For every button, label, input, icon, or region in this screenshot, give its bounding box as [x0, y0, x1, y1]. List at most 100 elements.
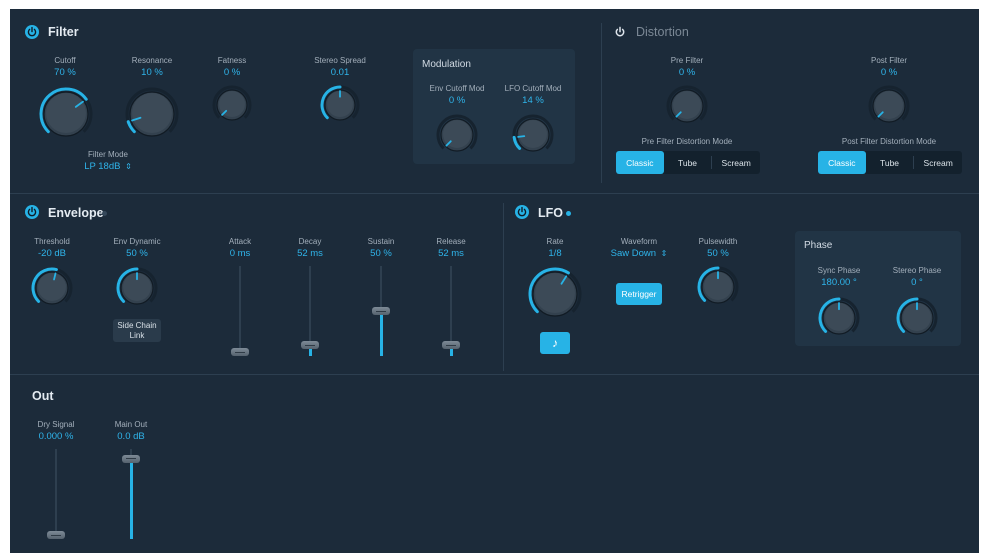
- slider-thumb[interactable]: [442, 341, 460, 350]
- lfo-cutoff-mod-value: 14 %: [522, 95, 544, 106]
- dry-signal-label: Dry Signal: [37, 420, 75, 429]
- slider-thumb[interactable]: [301, 341, 319, 350]
- resonance-value: 10 %: [141, 67, 163, 78]
- main-out-slider[interactable]: [122, 449, 140, 539]
- pre-filter-label: Pre Filter: [670, 56, 704, 65]
- post-mode-scream[interactable]: Scream: [914, 151, 962, 174]
- attack-slider[interactable]: [231, 266, 249, 356]
- chevron-updown-icon: ⇕: [125, 162, 132, 171]
- lfo-activity-dot: [566, 211, 571, 216]
- sync-phase-knob[interactable]: [818, 297, 860, 339]
- stereo-phase-label: Stereo Phase: [892, 266, 942, 275]
- dry-signal-slider[interactable]: [47, 449, 65, 539]
- side-chain-link-button[interactable]: Side Chain Link: [113, 319, 161, 342]
- sustain-value: 50 %: [370, 248, 392, 259]
- link-text: Link: [129, 331, 145, 340]
- rate-knob[interactable]: [527, 266, 583, 322]
- retrigger-button[interactable]: Retrigger: [616, 283, 662, 305]
- slider-thumb[interactable]: [372, 307, 390, 315]
- phase-title: Phase: [804, 240, 833, 251]
- filter-title: Filter: [48, 25, 79, 39]
- sync-phase-value: 180.00 °: [821, 277, 857, 288]
- decay-label: Decay: [298, 237, 322, 246]
- fatness-knob[interactable]: [212, 85, 252, 125]
- pre-filter-mode-selector[interactable]: Classic Tube Scream: [616, 151, 760, 174]
- threshold-label: Threshold: [34, 237, 70, 246]
- slider-thumb[interactable]: [122, 454, 140, 463]
- waveform-select[interactable]: Saw Down ⇕: [611, 248, 668, 259]
- slider-track: [239, 266, 241, 356]
- fatness-value: 0 %: [223, 67, 241, 78]
- power-icon: [517, 206, 527, 217]
- distortion-title: Distortion: [636, 25, 689, 39]
- main-out-value: 0.0 dB: [117, 431, 145, 442]
- section-divider: [10, 374, 979, 375]
- sustain-label: Sustain: [367, 237, 395, 246]
- cutoff-knob[interactable]: [38, 86, 94, 142]
- decay-slider[interactable]: [301, 266, 319, 356]
- resonance-knob[interactable]: [124, 86, 180, 142]
- threshold-knob[interactable]: [31, 267, 73, 309]
- filter-power-button[interactable]: [25, 25, 39, 39]
- pre-mode-tube[interactable]: Tube: [664, 151, 712, 174]
- lfo-power-button[interactable]: [515, 205, 529, 219]
- pulsewidth-value: 50 %: [707, 248, 729, 259]
- plugin-window: Filter Cutoff 70 % Resonance 10 % Fatnes…: [10, 9, 979, 553]
- release-label: Release: [436, 237, 466, 246]
- post-filter-mode-selector[interactable]: Classic Tube Scream: [818, 151, 962, 174]
- side-chain-text: Side Chain: [117, 321, 157, 330]
- post-mode-tube[interactable]: Tube: [866, 151, 914, 174]
- pre-mode-scream[interactable]: Scream: [712, 151, 760, 174]
- distortion-power-icon[interactable]: [613, 25, 627, 39]
- post-filter-value: 0 %: [880, 67, 898, 78]
- slider-track: [55, 449, 57, 539]
- pre-filter-value: 0 %: [678, 67, 696, 78]
- envelope-indicator-dot: [102, 211, 107, 216]
- slider-fill: [129, 458, 133, 539]
- envelope-title: Envelope: [48, 206, 104, 220]
- modulation-title: Modulation: [422, 59, 471, 70]
- waveform-label: Waveform: [620, 237, 658, 246]
- dry-signal-value: 0.000 %: [38, 431, 74, 442]
- lfo-cutoff-mod-label: LFO Cutoff Mod: [504, 84, 562, 93]
- cutoff-label: Cutoff: [54, 56, 76, 65]
- filter-mode-value: LP 18dB: [84, 161, 121, 172]
- envelope-power-button[interactable]: [25, 205, 39, 219]
- env-dynamic-value: 50 %: [126, 248, 148, 259]
- stereo-spread-label: Stereo Spread: [314, 56, 366, 65]
- stereo-spread-knob[interactable]: [320, 85, 360, 125]
- lfo-title: LFO: [538, 206, 563, 220]
- rate-value: 1/8: [548, 248, 562, 259]
- env-cutoff-mod-knob[interactable]: [436, 114, 478, 156]
- attack-value: 0 ms: [229, 248, 251, 259]
- stereo-phase-knob[interactable]: [896, 297, 938, 339]
- pulsewidth-knob[interactable]: [697, 266, 739, 308]
- env-dynamic-knob[interactable]: [116, 267, 158, 309]
- note-icon: ♪: [552, 336, 558, 350]
- filter-mode-select[interactable]: LP 18dB ⇕: [84, 161, 132, 172]
- section-divider: [503, 203, 504, 371]
- post-filter-label: Post Filter: [870, 56, 908, 65]
- pulsewidth-label: Pulsewidth: [698, 237, 738, 246]
- fatness-label: Fatness: [217, 56, 247, 65]
- sync-phase-label: Sync Phase: [817, 266, 861, 275]
- pre-filter-knob[interactable]: [666, 85, 708, 127]
- env-cutoff-mod-label: Env Cutoff Mod: [429, 84, 485, 93]
- rate-sync-button[interactable]: ♪: [540, 332, 570, 354]
- out-title: Out: [32, 389, 54, 403]
- stereo-spread-value: 0.01: [330, 67, 350, 78]
- slider-thumb[interactable]: [47, 531, 65, 539]
- rate-label: Rate: [546, 237, 564, 246]
- slider-fill: [379, 311, 383, 356]
- filter-mode-label: Filter Mode: [87, 150, 129, 159]
- stereo-phase-value: 0 °: [911, 277, 923, 288]
- env-dynamic-label: Env Dynamic: [113, 237, 161, 246]
- slider-thumb[interactable]: [231, 348, 249, 356]
- release-slider[interactable]: [442, 266, 460, 356]
- post-mode-classic[interactable]: Classic: [818, 151, 866, 174]
- post-filter-knob[interactable]: [868, 85, 910, 127]
- waveform-value: Saw Down: [610, 248, 657, 259]
- lfo-cutoff-mod-knob[interactable]: [512, 114, 554, 156]
- pre-mode-classic[interactable]: Classic: [616, 151, 664, 174]
- sustain-slider[interactable]: [372, 266, 390, 356]
